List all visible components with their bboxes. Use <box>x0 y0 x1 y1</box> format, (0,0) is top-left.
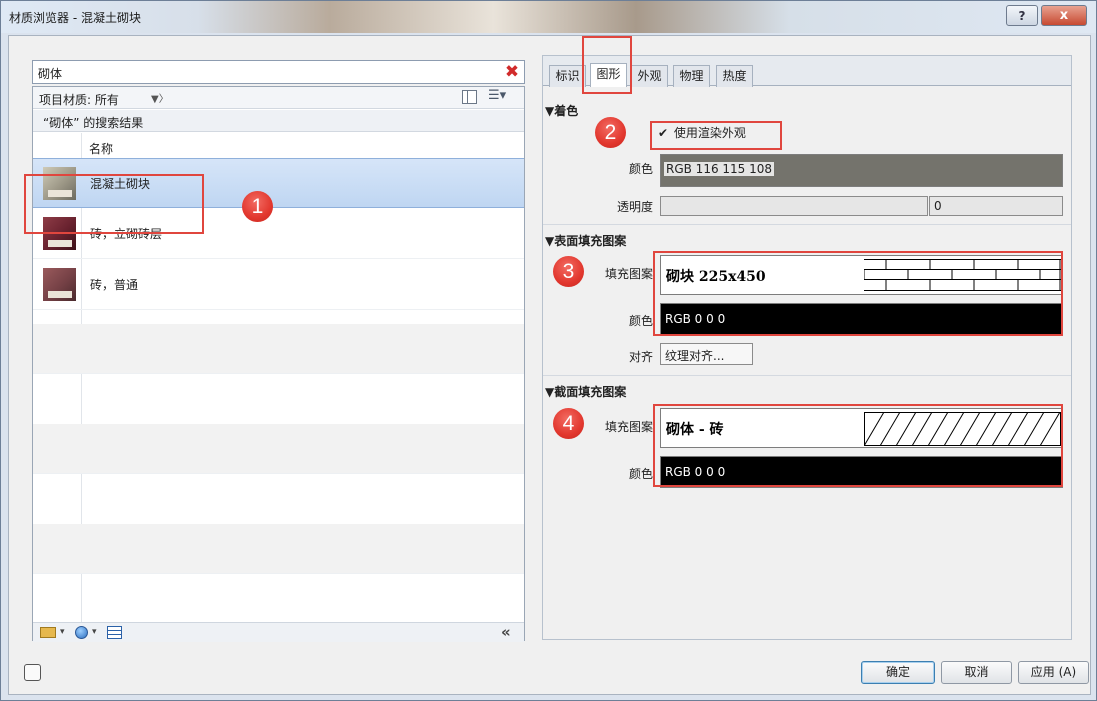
material-row[interactable]: 砖，普通 <box>33 260 524 310</box>
transparency-value[interactable]: 0 <box>929 196 1063 216</box>
section-divider <box>543 224 1071 225</box>
chevron-down-icon[interactable]: ▾ <box>60 627 65 637</box>
material-thumbnail <box>43 268 76 301</box>
search-results-header: “砌体” 的搜索结果 <box>33 110 524 132</box>
tab-identity[interactable]: 标识 <box>549 65 586 87</box>
highlight-box <box>650 121 782 150</box>
close-button[interactable]: x <box>1041 5 1087 26</box>
empty-row <box>33 424 524 474</box>
shading-title: ▼着色 <box>545 104 579 118</box>
chevron-down-icon[interactable]: ▾ <box>92 627 97 637</box>
results-label: “砌体” 的搜索结果 <box>43 116 144 130</box>
cancel-button[interactable]: 取消 <box>941 661 1012 684</box>
project-materials-filter[interactable]: 项目材质: 所有 <box>39 91 119 108</box>
title-bar[interactable]: 材质浏览器 - 混凝土砌块 ? x <box>1 1 1096 33</box>
transparency-slider[interactable] <box>660 196 928 216</box>
callout-1: 1 <box>242 191 273 222</box>
cut-pattern-label: 填充图案 <box>604 420 653 434</box>
shading-section-header[interactable]: ▼着色 <box>543 101 1071 119</box>
panel-view-icon[interactable] <box>462 90 477 104</box>
create-material-icon[interactable] <box>75 626 88 639</box>
highlight-box <box>653 404 1063 487</box>
surface-pattern-label: 填充图案 <box>604 267 653 281</box>
material-name: 砖，普通 <box>90 278 139 292</box>
highlight-box <box>653 251 1063 336</box>
cut-pattern-title: ▼截面填充图案 <box>545 385 627 399</box>
material-library-icon[interactable] <box>24 664 41 681</box>
filter-dropdown-icon[interactable]: ▼〉 <box>151 90 169 105</box>
clear-search-icon[interactable]: ✖ <box>502 62 522 82</box>
help-button[interactable]: ? <box>1006 5 1038 26</box>
shading-color-value: RGB 116 115 108 <box>664 162 775 176</box>
highlight-box <box>582 36 632 94</box>
highlight-box <box>24 174 204 234</box>
filter-row: 项目材质: 所有 ▼〉 ☰▾ <box>33 87 524 109</box>
empty-row <box>33 524 524 574</box>
window-title: 材质浏览器 - 混凝土砌块 <box>9 11 141 25</box>
ok-button[interactable]: 确定 <box>861 661 935 684</box>
transparency-label: 透明度 <box>616 200 653 214</box>
texture-alignment-button[interactable]: 纹理对齐... <box>660 343 753 365</box>
asset-browser-icon[interactable] <box>107 626 122 639</box>
surface-pattern-title: ▼表面填充图案 <box>545 234 627 248</box>
tab-thermal[interactable]: 热度 <box>716 65 753 87</box>
callout-2: 2 <box>595 117 626 148</box>
name-column-label: 名称 <box>89 142 114 156</box>
surface-pattern-section-header[interactable]: ▼表面填充图案 <box>543 231 1071 249</box>
folder-icon[interactable] <box>40 627 56 638</box>
surface-align-label: 对齐 <box>628 350 653 364</box>
callout-4: 4 <box>553 408 584 439</box>
library-toolbar: ▾ ▾ « <box>33 622 524 642</box>
shading-color-swatch[interactable]: RGB 116 115 108 <box>660 154 1063 187</box>
column-header[interactable]: 名称 <box>33 133 524 159</box>
surface-color-label: 颜色 <box>628 314 653 328</box>
section-divider <box>543 375 1071 376</box>
cut-color-label: 颜色 <box>628 467 653 481</box>
search-value: 砌体 <box>38 67 63 81</box>
material-list-panel: 项目材质: 所有 ▼〉 ☰▾ “砌体” 的搜索结果 名称 混凝土砌块 砖，立砌砖… <box>32 86 525 642</box>
tab-appearance[interactable]: 外观 <box>631 65 668 87</box>
collapse-panel-icon[interactable]: « <box>501 623 511 641</box>
list-view-icon[interactable]: ☰▾ <box>488 88 506 103</box>
tab-physical[interactable]: 物理 <box>673 65 710 87</box>
apply-button[interactable]: 应用 (A) <box>1018 661 1089 684</box>
search-input[interactable]: 砌体 ✖ <box>32 60 525 84</box>
cut-pattern-section-header[interactable]: ▼截面填充图案 <box>543 382 1071 400</box>
empty-row <box>33 324 524 374</box>
shading-color-label: 颜色 <box>628 162 653 176</box>
callout-3: 3 <box>553 256 584 287</box>
